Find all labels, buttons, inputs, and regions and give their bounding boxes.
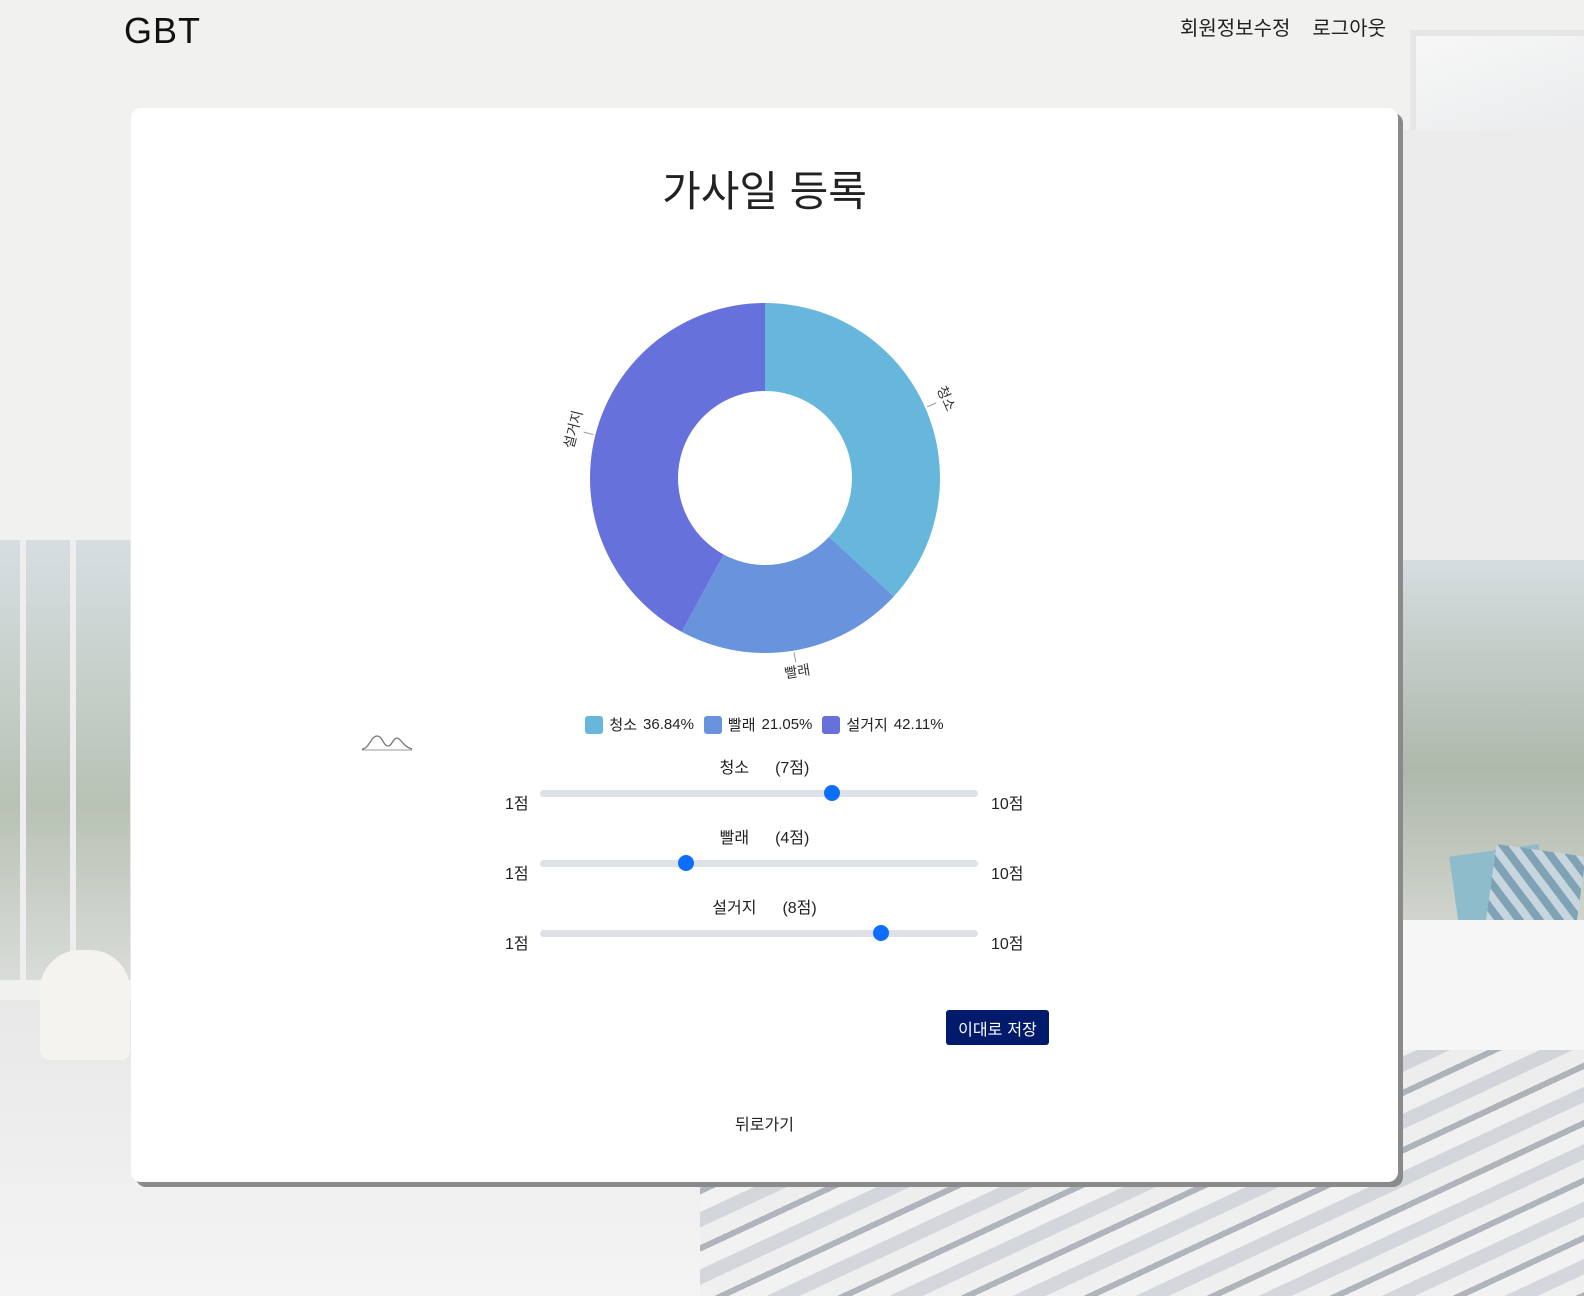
- slider-min-label: 1점: [505, 936, 529, 953]
- legend-item[interactable]: 빨래 21.05%: [703, 714, 813, 735]
- slider-thumb[interactable]: [872, 925, 889, 941]
- legend-label: 빨래: [727, 717, 756, 734]
- slider-label: 설거지 (8점): [131, 894, 1398, 918]
- legend-item[interactable]: 설거지 42.11%: [822, 714, 944, 735]
- donut-chart: 청소빨래 설거지: [562, 303, 958, 682]
- slider-task-name: 빨래: [719, 830, 750, 847]
- slice-label-tick: [583, 431, 594, 436]
- legend-label: 청소: [609, 717, 638, 734]
- slice-label: 청소: [933, 384, 958, 414]
- slider-label: 빨래 (4점): [131, 824, 1398, 848]
- legend-value: 42.11%: [893, 716, 944, 733]
- slice-label-tick: [926, 402, 937, 408]
- amcharts-logo-icon[interactable]: [361, 732, 413, 752]
- slider-task-name: 설거지: [712, 900, 757, 917]
- site-title[interactable]: GBT: [124, 10, 201, 52]
- legend-value: 36.84%: [643, 716, 694, 733]
- save-button[interactable]: 이대로 저장: [946, 1010, 1049, 1045]
- top-nav: 회원정보수정 로그아웃: [1180, 12, 1386, 41]
- legend-value: 21.05%: [761, 716, 813, 733]
- slice-label-tick: [793, 652, 797, 663]
- score-slider[interactable]: [540, 925, 978, 941]
- legend-item[interactable]: 청소 36.84%: [585, 714, 694, 735]
- slider-points: (7점): [775, 760, 810, 777]
- slider-label: 청소 (7점): [131, 754, 1398, 778]
- slider-max-label: 10점: [991, 796, 1024, 813]
- logout-link[interactable]: 로그아웃: [1312, 12, 1386, 41]
- slider-max-label: 10점: [991, 936, 1024, 953]
- slider-points: (4점): [775, 830, 810, 847]
- donut-slice[interactable]: [765, 303, 940, 597]
- legend-swatch: [822, 715, 841, 734]
- score-slider[interactable]: [540, 785, 978, 801]
- edit-profile-link[interactable]: 회원정보수정: [1180, 12, 1290, 41]
- slider-thumb[interactable]: [823, 785, 840, 801]
- chart-legend: 청소 36.84% 빨래 21.05% 설거지 42.11%: [131, 714, 1398, 735]
- slider-task-name: 청소: [719, 760, 750, 777]
- back-link[interactable]: 뒤로가기: [131, 1111, 1398, 1135]
- legend-swatch: [703, 715, 722, 734]
- slider-min-label: 1점: [505, 866, 529, 883]
- main-card: 가사일 등록 청소 빨래 설거지 청소 36.84% 빨래 21.05% 설거지 42.11%…: [131, 108, 1398, 1182]
- slider-min-label: 1점: [505, 796, 529, 813]
- slice-label: 설거지: [562, 409, 587, 450]
- score-slider[interactable]: [540, 855, 978, 871]
- legend-swatch: [585, 715, 604, 734]
- bg-window-left: [0, 540, 136, 980]
- bg-stool: [40, 950, 130, 1060]
- slider-points: (8점): [782, 900, 817, 917]
- slider-thumb[interactable]: [677, 855, 694, 871]
- legend-label: 설거지: [846, 717, 888, 734]
- slider-max-label: 10점: [991, 866, 1024, 883]
- slice-label: 빨래: [783, 662, 811, 682]
